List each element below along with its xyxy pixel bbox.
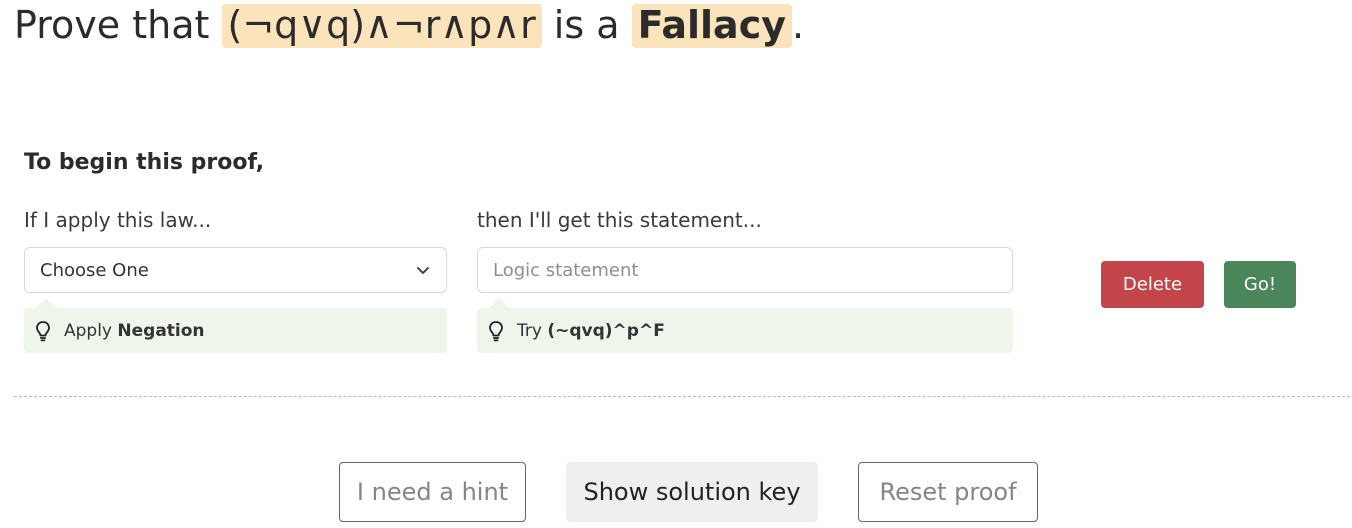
statement-label: then I'll get this statement... — [477, 208, 762, 232]
show-solution-button[interactable]: Show solution key — [566, 462, 818, 522]
title-expression: (¬q∨q)∧¬r∧p∧r — [221, 3, 542, 48]
law-hint-value: Negation — [117, 320, 205, 341]
chevron-down-icon — [417, 267, 429, 274]
lightbulb-icon — [36, 320, 50, 341]
page-title: Prove that (¬q∨q)∧¬r∧p∧r is a Fallacy. — [14, 3, 805, 48]
logic-statement-input[interactable] — [477, 247, 1013, 293]
statement-hint: Try (~qvq)^p^F — [477, 298, 1013, 353]
hint-button[interactable]: I need a hint — [339, 462, 526, 522]
reset-proof-button[interactable]: Reset proof — [858, 462, 1038, 522]
title-middle: is a — [553, 3, 620, 47]
title-goal: Fallacy — [631, 3, 792, 48]
lightbulb-icon — [489, 320, 503, 341]
law-select[interactable]: Choose One — [24, 247, 447, 293]
law-label: If I apply this law... — [24, 208, 212, 232]
title-prefix: Prove that — [14, 3, 210, 47]
law-hint: Apply Negation — [24, 298, 447, 353]
section-divider — [14, 396, 1350, 397]
statement-hint-value: (~qvq)^p^F — [547, 320, 665, 341]
proof-page: Prove that (¬q∨q)∧¬r∧p∧r is a Fallacy. T… — [0, 0, 1352, 528]
delete-button[interactable]: Delete — [1101, 261, 1204, 308]
statement-hint-prefix: Try — [517, 320, 542, 341]
law-select-value: Choose One — [40, 259, 149, 281]
title-suffix: . — [792, 3, 805, 47]
law-hint-prefix: Apply — [64, 320, 112, 341]
step-intro: To begin this proof, — [24, 150, 265, 175]
proof-step: To begin this proof, If I apply this law… — [24, 150, 1334, 360]
go-button[interactable]: Go! — [1224, 261, 1296, 308]
